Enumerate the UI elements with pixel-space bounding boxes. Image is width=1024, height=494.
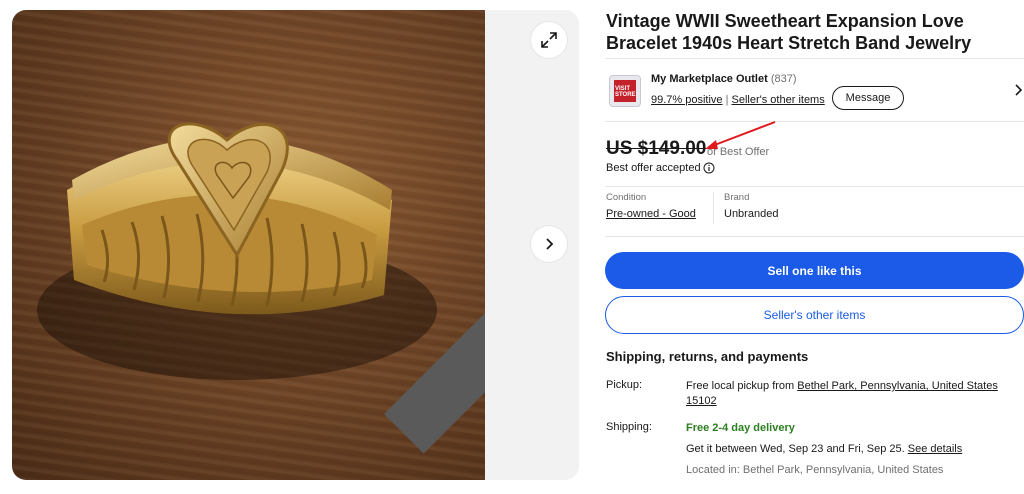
located-in: Located in: Bethel Park, Pennsylvania, U… bbox=[686, 464, 944, 476]
positive-feedback-link[interactable]: 99.7% positive bbox=[651, 94, 723, 106]
seller-other-items-link[interactable]: Seller's other items bbox=[732, 94, 825, 106]
next-image-button[interactable] bbox=[531, 226, 567, 262]
delivery-type: Free 2-4 day delivery bbox=[686, 422, 795, 434]
pickup-label: Pickup: bbox=[606, 379, 643, 391]
image-gallery: SOLD bbox=[12, 10, 579, 480]
product-photo[interactable]: SOLD bbox=[12, 10, 485, 480]
brand-value: Unbranded bbox=[724, 208, 779, 220]
attribute-divider bbox=[713, 192, 714, 224]
see-details-link[interactable]: See details bbox=[908, 443, 962, 455]
store-logo-text: VISIT STORE bbox=[615, 86, 636, 98]
expand-button[interactable] bbox=[531, 22, 567, 58]
condition-label: Condition bbox=[606, 192, 647, 203]
seller-other-items-button[interactable]: Seller's other items bbox=[605, 296, 1024, 334]
chevron-right-icon[interactable] bbox=[1013, 83, 1024, 97]
condition-value[interactable]: Pre-owned - Good bbox=[606, 208, 696, 220]
divider bbox=[605, 236, 1024, 237]
brand-label: Brand bbox=[724, 192, 750, 203]
delivery-dates: Get it between Wed, Sep 23 and Fri, Sep … bbox=[686, 443, 963, 455]
message-button[interactable]: Message bbox=[832, 86, 904, 110]
expand-icon bbox=[541, 32, 557, 48]
pickup-info: Free local pickup from Bethel Park, Penn… bbox=[686, 380, 998, 407]
best-offer-accepted: Best offer accepted bbox=[606, 162, 715, 174]
sell-one-like-this-button[interactable]: Sell one like this bbox=[605, 252, 1024, 289]
info-icon[interactable] bbox=[703, 162, 715, 174]
price: US $149.00 bbox=[606, 138, 707, 159]
shipping-section-title: Shipping, returns, and payments bbox=[606, 349, 809, 364]
store-logo[interactable]: VISIT STORE bbox=[609, 75, 641, 107]
shipping-label: Shipping: bbox=[606, 421, 652, 433]
listing-title: Vintage WWII Sweetheart Expansion Love B… bbox=[606, 11, 972, 53]
annotation-arrow bbox=[705, 121, 776, 149]
seller-name[interactable]: My Marketplace Outlet (837) bbox=[651, 73, 797, 85]
divider bbox=[605, 186, 1024, 187]
seller-card: VISIT STORE My Marketplace Outlet (837) … bbox=[605, 58, 1024, 122]
chevron-right-icon bbox=[546, 238, 554, 250]
seller-feedback-count: (837) bbox=[770, 73, 797, 85]
seller-links: 99.7% positive | Seller's other items bbox=[651, 94, 825, 106]
